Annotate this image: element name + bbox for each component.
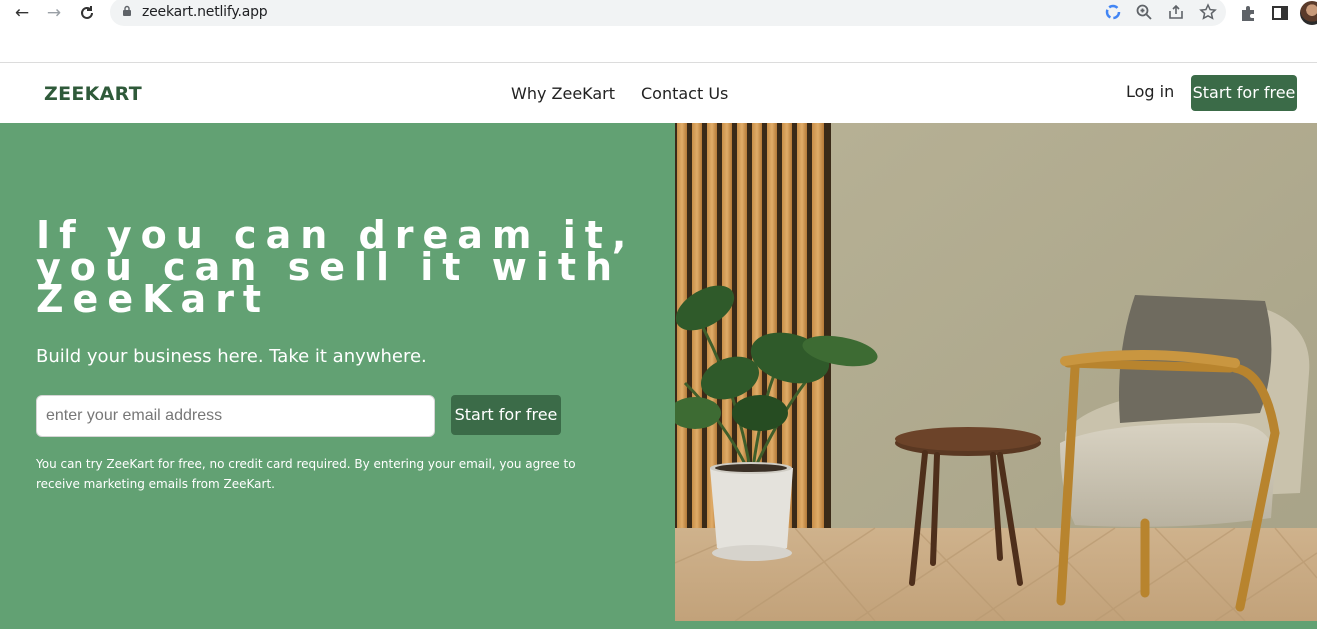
header-start-free-button[interactable]: Start for free	[1191, 75, 1297, 111]
login-link[interactable]: Log in	[1126, 82, 1174, 101]
extensions-icon[interactable]	[1239, 4, 1257, 22]
profile-avatar[interactable]	[1300, 1, 1317, 25]
address-bar[interactable]: zeekart.netlify.app	[110, 0, 1226, 26]
google-icon[interactable]	[1104, 3, 1122, 21]
hero-image	[675, 123, 1317, 621]
hero-headline: If you can dream it, you can sell it wit…	[36, 216, 656, 318]
site-header: ZEEKART Why ZeeKart Contact Us Log in St…	[0, 63, 1317, 123]
hero-disclaimer: You can try ZeeKart for free, no credit …	[36, 457, 576, 491]
back-icon[interactable]: ←	[12, 4, 32, 22]
share-icon[interactable]	[1167, 3, 1185, 21]
email-input[interactable]	[36, 395, 435, 437]
reload-icon[interactable]	[77, 4, 97, 22]
hero-subheading: Build your business here. Take it anywhe…	[36, 346, 427, 367]
bookmark-star-icon[interactable]	[1199, 3, 1217, 21]
nav-link-why-zeekart[interactable]: Why ZeeKart	[511, 84, 615, 103]
hero-bottom-strip	[675, 621, 1317, 629]
forward-icon[interactable]: →	[44, 4, 64, 22]
zoom-icon[interactable]	[1135, 3, 1153, 21]
hero-start-free-button[interactable]: Start for free	[451, 395, 561, 435]
lock-icon[interactable]	[121, 5, 133, 17]
browser-toolbar: ← → zeekart.netlify.app	[0, 0, 1317, 28]
url-text[interactable]: zeekart.netlify.app	[142, 4, 268, 20]
site-logo[interactable]: ZEEKART	[44, 83, 142, 105]
side-panel-icon[interactable]	[1271, 4, 1289, 22]
nav-link-contact-us[interactable]: Contact Us	[641, 84, 728, 103]
hero-section: If you can dream it, you can sell it wit…	[0, 123, 675, 629]
